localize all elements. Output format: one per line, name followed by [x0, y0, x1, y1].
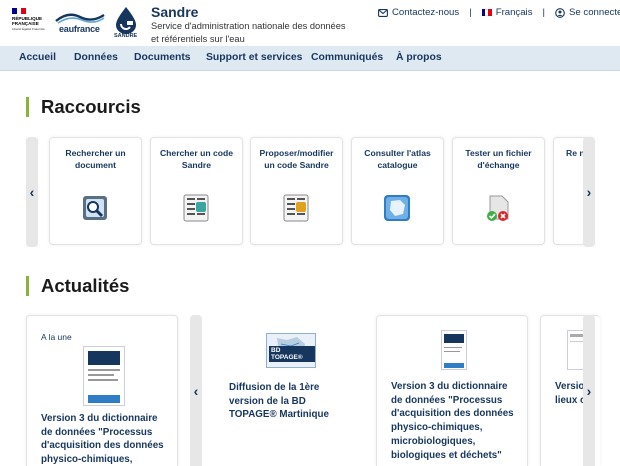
news-card[interactable]: BD TOPAGE® Diffusion de la 1ère version …	[213, 315, 365, 466]
shortcut-card-atlas[interactable]: Consulter l'atlas catalogue	[351, 137, 444, 245]
main-nav: Accueil Données Documents Support et ser…	[0, 46, 620, 71]
news-prev-button[interactable]: ‹	[190, 315, 202, 466]
sandre-logo-text: SANDRE	[114, 33, 138, 39]
news-card[interactable]: Version 3 du dictionnaire de données "Pr…	[376, 315, 528, 466]
nav-item-a-propos[interactable]: À propos	[396, 52, 442, 63]
news-card-title: Version 3 du dictionnaire de données "Pr…	[41, 413, 164, 466]
bd-topage-thumbnail: BD TOPAGE®	[266, 333, 316, 368]
file-test-icon	[487, 195, 509, 221]
chevron-left-icon: ‹	[29, 184, 35, 200]
rf-logo-motto: Liberté Égalité Fraternité	[12, 27, 45, 31]
eaufrance-text: eaufrance	[59, 24, 100, 34]
site-description: Service d'administration nationale des d…	[151, 21, 346, 44]
shortcut-card-search-document[interactable]: Rechercher un document	[49, 137, 142, 245]
news-card-title: Diffusion de la 1ère version de la BD TO…	[229, 382, 329, 421]
shortcut-card-propose-code[interactable]: Proposer/modifier un code Sandre	[250, 137, 343, 245]
login-link[interactable]: Se connecter	[555, 7, 620, 18]
shortcuts-prev-button[interactable]: ‹	[26, 137, 38, 247]
nav-item-accueil[interactable]: Accueil	[19, 52, 56, 63]
separator: |	[542, 7, 546, 18]
eaufrance-logo[interactable]: eaufrance	[54, 11, 106, 35]
user-icon	[555, 7, 565, 18]
login-label: Se connecter	[569, 7, 620, 18]
shortcut-label: Consulter l'atlas catalogue	[364, 148, 431, 170]
french-flag-icon	[481, 9, 492, 16]
chevron-left-icon: ‹	[193, 382, 199, 399]
nav-item-communiques[interactable]: Communiqués	[311, 52, 383, 63]
language-selector[interactable]: Français	[481, 7, 533, 18]
news-title: Actualités	[26, 276, 129, 296]
bd-topage-label: BD TOPAGE®	[269, 346, 315, 362]
sandre-drop-icon	[116, 7, 136, 34]
site-header: RÉPUBLIQUE FRANÇAISE Liberté Égalité Fra…	[0, 0, 620, 46]
contact-link[interactable]: Contactez-nous	[378, 7, 459, 18]
french-flag-icon	[12, 8, 27, 14]
separator: |	[469, 7, 472, 18]
nav-item-support[interactable]: Support et services	[206, 52, 302, 63]
shortcut-label: Chercher un code Sandre	[159, 148, 234, 170]
sandre-logo[interactable]: SANDRE	[112, 6, 144, 42]
shortcut-label: Rechercher un document	[65, 148, 126, 170]
chevron-right-icon: ›	[586, 184, 592, 200]
shortcut-card-test-file[interactable]: Tester un fichier d'échange	[452, 137, 545, 245]
shortcut-card-search-code[interactable]: Chercher un code Sandre	[150, 137, 243, 245]
news-next-button[interactable]: ›	[583, 315, 595, 466]
document-thumbnail	[441, 330, 467, 370]
rf-logo-line-2: FRANÇAISE	[12, 21, 39, 26]
nav-item-documents[interactable]: Documents	[134, 52, 191, 63]
republique-francaise-logo[interactable]: RÉPUBLIQUE FRANÇAISE Liberté Égalité Fra…	[12, 8, 48, 38]
document-search-icon	[83, 196, 107, 220]
shortcuts-title: Raccourcis	[26, 97, 141, 117]
site-title[interactable]: Sandre	[151, 4, 198, 20]
shortcut-label: Proposer/modifier un code Sandre	[259, 148, 334, 170]
contact-label: Contactez-nous	[392, 7, 460, 18]
code-table-icon	[183, 194, 209, 222]
featured-tag: A la une	[41, 332, 72, 342]
shortcuts-next-button[interactable]: ›	[583, 137, 595, 247]
top-links: Contactez-nous | Français | Se connecter	[378, 7, 620, 18]
document-thumbnail	[83, 346, 125, 406]
news-card-title: Version 3 du dictionnaire de données "Pr…	[391, 381, 514, 461]
atlas-map-icon	[384, 195, 410, 221]
chevron-right-icon: ›	[586, 382, 592, 399]
code-edit-icon	[283, 194, 309, 222]
language-label: Français	[495, 7, 533, 18]
eaufrance-wave-icon	[55, 13, 105, 24]
envelope-icon	[378, 8, 388, 17]
nav-item-donnees[interactable]: Données	[74, 52, 118, 63]
shortcut-label: Tester un fichier d'échange	[465, 148, 532, 170]
news-card[interactable]: A la une Version 3 du dictionnaire de do…	[26, 315, 178, 466]
